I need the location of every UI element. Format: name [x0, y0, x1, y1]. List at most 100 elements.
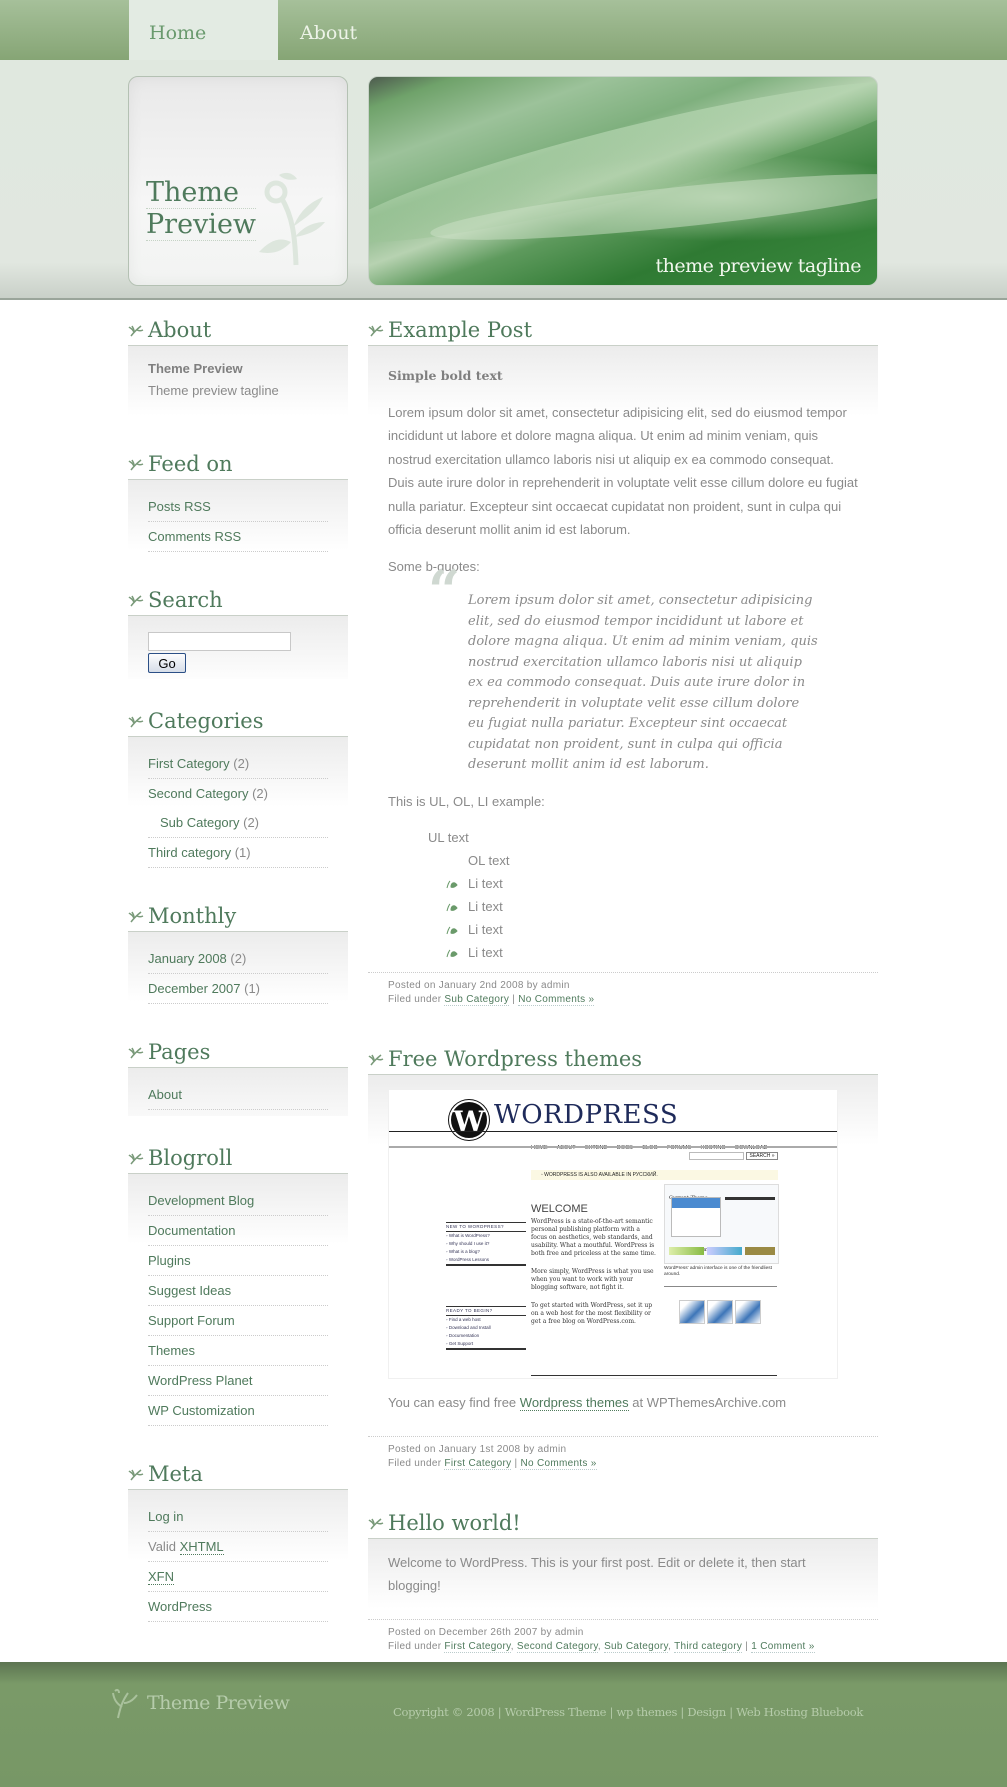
comments-link[interactable]: 1 Comment » — [751, 1640, 815, 1653]
li-text: Li text — [468, 945, 503, 960]
comments-link[interactable]: No Comments » — [518, 994, 595, 1006]
about-site-tagline: Theme preview tagline — [148, 383, 279, 398]
blogroll-link[interactable]: Support Forum — [148, 1313, 235, 1328]
wp-search-box — [689, 1152, 744, 1160]
post-title-link[interactable]: Example Post — [388, 318, 532, 342]
site-title: Theme Preview — [146, 177, 257, 241]
widget-body: Development Blog Documentation Plugins S… — [128, 1174, 348, 1432]
blogroll-link[interactable]: WordPress Planet — [148, 1373, 253, 1388]
post-category-link[interactable]: Sub Category — [444, 994, 510, 1006]
list-item: Suggest Ideas — [148, 1276, 328, 1306]
post-category-link[interactable]: First Category — [444, 1457, 512, 1470]
list-item: XFN — [148, 1562, 328, 1592]
posts-rss-link[interactable]: Posts RSS — [148, 499, 211, 514]
page-link-about[interactable]: About — [148, 1087, 182, 1102]
wp-panel-line — [725, 1197, 775, 1200]
xhtml-link[interactable]: XHTML — [179, 1539, 224, 1555]
sprout-icon — [128, 911, 144, 923]
leaf-bullet-icon — [446, 949, 458, 958]
comments-rss-link[interactable]: Comments RSS — [148, 529, 241, 544]
blogroll-link[interactable]: Themes — [148, 1343, 195, 1358]
comments-link[interactable]: No Comments » — [520, 1457, 597, 1470]
list-item: Third category (1) — [148, 838, 328, 868]
blogroll-link[interactable]: Documentation — [148, 1223, 235, 1238]
wp-thumbs — [679, 1300, 763, 1333]
valid-label: Valid — [148, 1539, 180, 1554]
post-paragraph: Welcome to WordPress. This is your first… — [388, 1554, 806, 1594]
wp-new-item: ◦ WordPress Lessons — [446, 1256, 526, 1266]
widget-blogroll: Blogroll Development Blog Documentation … — [128, 1146, 348, 1432]
list-label: This is UL, OL, LI example: — [388, 793, 545, 809]
list-item: Development Blog — [148, 1186, 328, 1216]
footer-link[interactable]: Design — [687, 1705, 726, 1719]
ol-text: OL text — [468, 853, 510, 868]
widget-categories: Categories First Category (2) Second Cat… — [128, 709, 348, 874]
main-wrapper: About Theme Preview Theme preview taglin… — [0, 300, 1007, 1662]
archive-link[interactable]: December 2007 — [148, 981, 241, 996]
post-title: Free Wordpress themes — [368, 1047, 878, 1075]
footer-link[interactable]: WordPress Theme — [505, 1705, 607, 1719]
blogroll-link[interactable]: WP Customization — [148, 1403, 255, 1418]
blogroll-link[interactable]: Development Blog — [148, 1193, 254, 1208]
blogroll-link[interactable]: Plugins — [148, 1253, 191, 1268]
wordpress-link[interactable]: WordPress — [148, 1599, 212, 1614]
li-text: Li text — [468, 876, 503, 891]
wp-search-button: SEARCH » — [746, 1152, 778, 1160]
post-date: Posted on January 2nd 2008 by admin — [388, 980, 570, 991]
site-logo-box[interactable]: Theme Preview — [128, 76, 348, 286]
footer-link[interactable]: Web Hosting Bluebook — [736, 1705, 863, 1719]
list-item: Documentation — [148, 1216, 328, 1246]
sprout-icon — [128, 1153, 144, 1165]
post-category-link[interactable]: First Category — [444, 1640, 511, 1653]
archive-link[interactable]: January 2008 — [148, 951, 227, 966]
search-go-button[interactable]: Go — [148, 653, 186, 673]
post-title-link[interactable]: Free Wordpress themes — [388, 1047, 642, 1071]
wp-new-item: ◦ Why should I use it? — [446, 1241, 490, 1246]
divider — [389, 1131, 837, 1132]
post-category-link[interactable]: Second Category — [516, 1640, 598, 1653]
category-link[interactable]: Second Category — [148, 786, 248, 801]
footer-logo[interactable]: Theme Preview — [110, 1688, 290, 1719]
wp-thumb — [707, 1300, 733, 1324]
category-count: (1) — [234, 845, 251, 860]
wordpress-wordmark: WORDPRESS — [494, 1100, 679, 1130]
divider — [664, 1286, 777, 1287]
tab-about[interactable]: About — [300, 0, 357, 60]
widget-title: Pages — [128, 1040, 348, 1068]
wp-ready-item: ◦ Download and Install — [446, 1325, 491, 1330]
search-input[interactable] — [148, 632, 291, 651]
wp-get-started: To get started with WordPress, set it up… — [531, 1302, 653, 1325]
widget-monthly: Monthly January 2008 (2) December 2007 (… — [128, 904, 348, 1010]
wp-new-item: ◦ What is WordPress? — [446, 1233, 490, 1238]
wordpress-screenshot-image[interactable]: W WORDPRESS HOME ABOUT EXTEND DOCS BLOG … — [388, 1089, 838, 1379]
tab-home[interactable]: Home — [129, 0, 278, 60]
category-link[interactable]: First Category — [148, 756, 230, 771]
post-title: Example Post — [368, 318, 878, 346]
post-category-link[interactable]: Sub Category — [604, 1640, 669, 1653]
widget-body: Theme Preview Theme preview tagline — [128, 346, 348, 422]
category-link[interactable]: Sub Category — [160, 815, 240, 830]
wp-ready-item: ◦ Documentation — [446, 1333, 480, 1338]
post-title-link[interactable]: Hello world! — [388, 1511, 521, 1535]
post: Free Wordpress themes W WORDPRESS HOME A… — [368, 1047, 878, 1471]
widget-title-text: Search — [148, 588, 223, 612]
wp-thumb — [679, 1300, 705, 1324]
blogroll-link[interactable]: Suggest Ideas — [148, 1283, 231, 1298]
post-category-link[interactable]: Third category — [674, 1640, 743, 1653]
wp-notice: ◦ WORDPRESS IS ALSO AVAILABLE IN РУССКИЙ… — [531, 1170, 778, 1180]
sprout-icon — [128, 595, 144, 607]
category-link[interactable]: Third category — [148, 845, 231, 860]
footer-link[interactable]: wp themes — [616, 1705, 677, 1719]
widget-body: Go — [128, 616, 348, 679]
post-paragraph: You can easy find free Wordpress themes … — [388, 1391, 858, 1415]
archive-count: (1) — [244, 981, 261, 996]
wp-new-item: ◦ What is a blog? — [446, 1249, 480, 1254]
site-header: Theme Preview theme preview tagline — [0, 60, 1007, 300]
content-area: Example Post Simple bold text Lorem ipsu… — [368, 318, 878, 1694]
list-item: January 2008 (2) — [148, 944, 328, 974]
wordpress-themes-link[interactable]: Wordpress themes — [519, 1395, 629, 1411]
login-link[interactable]: Log in — [148, 1509, 183, 1524]
wp-ready-heading: READY TO BEGIN? — [446, 1306, 526, 1316]
xfn-link[interactable]: XFN — [148, 1569, 174, 1585]
widget-title: Search — [128, 588, 348, 616]
